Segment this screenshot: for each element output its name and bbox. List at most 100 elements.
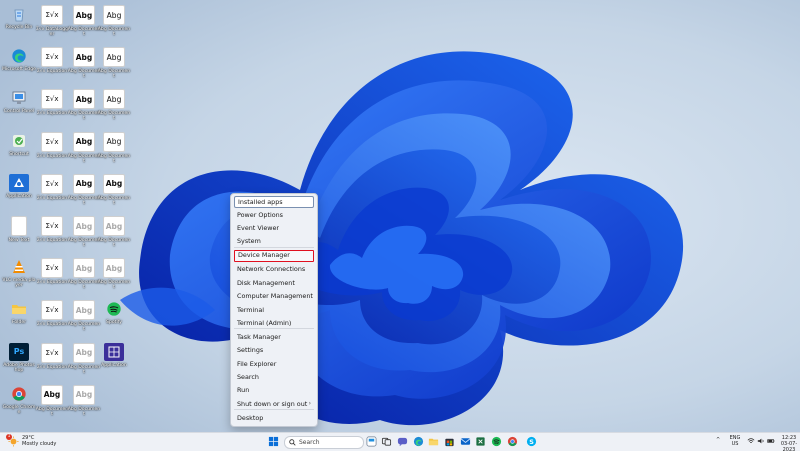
desktop-icon[interactable]: Spotify: [97, 298, 131, 338]
skype-icon[interactable]: S: [526, 436, 537, 447]
desktop-icon[interactable]: Σ√x Σ√x Equation: [35, 172, 69, 212]
desktop-icon[interactable]: Control Panel: [2, 87, 36, 127]
menu-item-disk-management[interactable]: Disk Management: [234, 277, 314, 289]
desktop-icon[interactable]: VLC media player: [2, 256, 36, 296]
tray-overflow-chevron[interactable]: ^: [716, 437, 720, 443]
menu-item-run[interactable]: Run: [234, 384, 314, 396]
font-file-icon: Abg: [103, 89, 125, 110]
task-view-icon[interactable]: [381, 436, 392, 447]
desktop-icon-label: Σ√x Equation: [36, 280, 68, 286]
desktop-icon[interactable]: Abg Abg Document: [97, 214, 131, 254]
language-indicator[interactable]: ENG US: [728, 435, 742, 447]
desktop-icon[interactable]: Σ√x Σ√x Equation: [35, 130, 69, 170]
font-file-icon: Abg: [103, 5, 125, 25]
menu-item-label: Shut down or sign out: [237, 400, 308, 408]
desktop-icon[interactable]: Abg Abg Document: [97, 130, 131, 170]
store-icon[interactable]: [444, 436, 455, 447]
desktop-icon[interactable]: Recycle Bin: [2, 3, 36, 43]
desktop-icon-label: Application: [101, 362, 127, 368]
volume-icon[interactable]: [757, 437, 765, 445]
menu-item-label: File Explorer: [237, 360, 277, 368]
font-file-icon: Abg: [73, 384, 95, 405]
menu-item-network-connections[interactable]: Network Connections: [234, 263, 314, 275]
menu-item-terminal[interactable]: Terminal: [234, 304, 314, 316]
menu-item-device-manager[interactable]: Device Manager: [234, 250, 314, 262]
desktop-icon[interactable]: Abg Abg Document: [97, 256, 131, 296]
svg-text:S: S: [529, 438, 534, 446]
spotify-icon: [104, 300, 124, 318]
menu-item-file-explorer[interactable]: File Explorer: [234, 358, 314, 370]
desktop-icon[interactable]: Abg Abg Document: [97, 3, 131, 43]
mail-icon[interactable]: [460, 436, 471, 447]
menu-item-system[interactable]: System: [234, 235, 314, 247]
desktop-icon[interactable]: Abg Abg Document: [67, 45, 101, 85]
desktop-icon[interactable]: Folder: [2, 298, 36, 338]
desktop-icon[interactable]: Abg Abg Document: [67, 3, 101, 43]
desktop-icon[interactable]: Abg Abg Document: [67, 383, 101, 423]
taskbar-search-box[interactable]: Search: [284, 436, 364, 449]
desktop-icon[interactable]: Application: [97, 341, 131, 381]
menu-item-task-manager[interactable]: Task Manager: [234, 331, 314, 343]
desktop-icon-label: Abg Document: [97, 280, 131, 291]
menu-item-settings[interactable]: Settings: [234, 344, 314, 356]
desktop-icon[interactable]: Abg Abg Document: [67, 341, 101, 381]
desktop-icon[interactable]: Abg Abg Document: [67, 298, 101, 338]
widgets-icon[interactable]: [366, 436, 377, 447]
clock[interactable]: 12:23 03-07-2023: [778, 435, 800, 453]
equation-file-icon: Σ√x: [41, 216, 63, 236]
desktop-icon[interactable]: Abg Abg Document: [67, 130, 101, 170]
chat-icon[interactable]: [397, 436, 408, 447]
desktop-icon[interactable]: Application: [2, 172, 36, 212]
desktop-icon[interactable]: Abg Abg Document: [67, 214, 101, 254]
menu-item-shut-down-or-sign-out[interactable]: Shut down or sign out ›: [234, 398, 314, 410]
menu-item-label: Task Manager: [237, 333, 281, 341]
recycle-bin-icon: [9, 5, 29, 23]
desktop-icon[interactable]: Σ√x Σ√x DataLogger: [35, 3, 69, 43]
desktop-icon-label: Abg Document: [97, 153, 131, 164]
desktop-icon[interactable]: Σ√x Σ√x Equation: [35, 214, 69, 254]
desktop-icon[interactable]: Abg Abg Document: [35, 383, 69, 423]
desktop-icon[interactable]: Σ√x Σ√x Equation: [35, 298, 69, 338]
menu-item-event-viewer[interactable]: Event Viewer: [234, 222, 314, 234]
equation-file-icon: Σ√x: [41, 47, 63, 68]
desktop-icon[interactable]: Σ√x Σ√x Equation: [35, 45, 69, 85]
desktop-icon[interactable]: Σ√x Σ√x Equation: [35, 87, 69, 127]
equation-file-icon: Σ√x: [41, 258, 63, 279]
desktop-icon-label: Σ√x Equation: [36, 195, 68, 201]
menu-item-power-options[interactable]: Power Options: [234, 209, 314, 221]
desktop-icon[interactable]: Abg Abg Document: [67, 172, 101, 212]
desktop-icon-label: Control Panel: [3, 109, 35, 115]
font-file-icon: Abg: [73, 216, 95, 236]
desktop-icon[interactable]: New Text: [2, 214, 36, 254]
menu-item-computer-management[interactable]: Computer Management: [234, 290, 314, 302]
desktop-icon[interactable]: Σ√x Σ√x Equation: [35, 256, 69, 296]
menu-item-search[interactable]: Search: [234, 371, 314, 383]
desktop-icon[interactable]: Abg Abg Document: [67, 256, 101, 296]
edge-icon[interactable]: [413, 436, 424, 447]
desktop-icon[interactable]: Abg Abg Document: [67, 87, 101, 127]
wifi-icon[interactable]: [747, 437, 755, 445]
submenu-chevron-icon: ›: [308, 400, 311, 407]
desktop: Recycle Bin Σ√x Σ√x DataLogger Abg Abg Docum…: [0, 0, 800, 432]
desktop-icon-label: Abg Document: [67, 364, 101, 375]
battery-icon[interactable]: [767, 437, 775, 445]
menu-item-label: Event Viewer: [237, 224, 280, 232]
desktop-icon-label: Σ√x Equation: [36, 238, 68, 243]
menu-item-desktop[interactable]: Desktop: [234, 412, 314, 424]
spreadsheet-icon[interactable]: [475, 436, 486, 447]
desktop-icon[interactable]: Microsoft Edge: [2, 45, 36, 85]
start-windows-icon[interactable]: [268, 436, 279, 447]
menu-item-installed-apps[interactable]: Installed apps: [234, 196, 314, 208]
file-explorer-icon[interactable]: [428, 436, 439, 447]
desktop-icon[interactable]: Abg Abg Document: [97, 87, 131, 127]
chrome-icon[interactable]: [507, 436, 518, 447]
desktop-icon[interactable]: Σ√x Σ√x Equation: [35, 341, 69, 381]
spotify-icon[interactable]: [491, 436, 502, 447]
desktop-icon[interactable]: Shortcut: [2, 130, 36, 170]
desktop-icon[interactable]: Abg Abg Document: [97, 172, 131, 212]
desktop-icon[interactable]: Google Chrome: [2, 383, 36, 423]
font-file-icon: Abg: [73, 258, 95, 279]
desktop-icon[interactable]: Abg Abg Document: [97, 45, 131, 85]
desktop-icon[interactable]: Ps Adobe Photoshop: [2, 341, 36, 381]
menu-item-terminal-admin[interactable]: Terminal (Admin): [234, 317, 314, 329]
